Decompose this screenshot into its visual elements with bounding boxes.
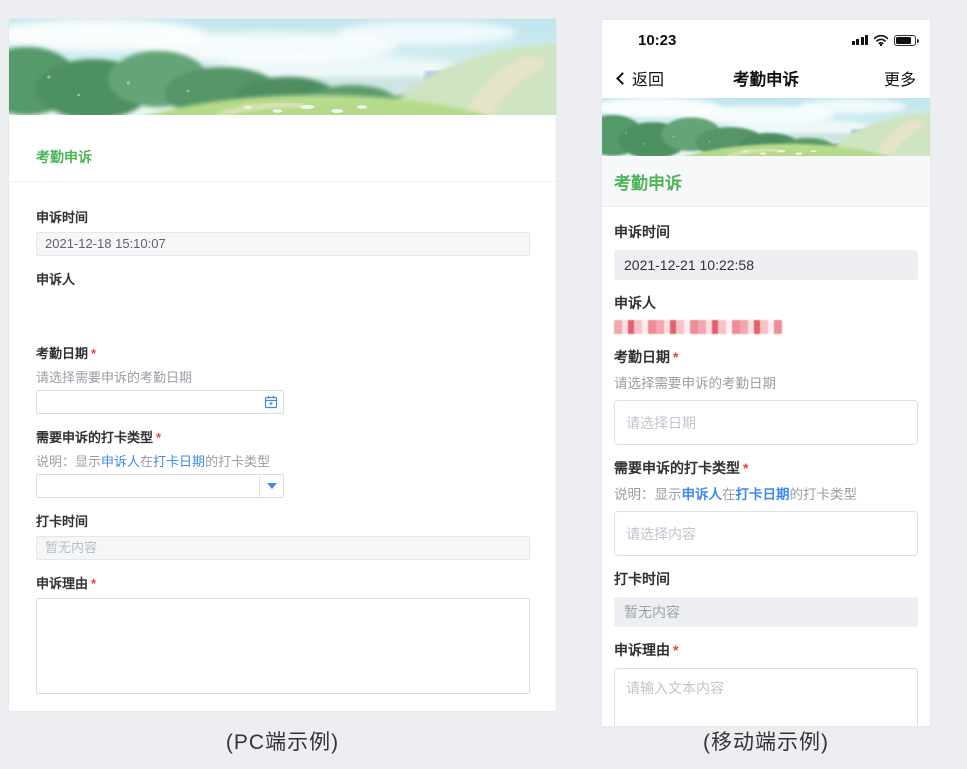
m-appeal-time-label: 申诉时间	[614, 222, 918, 242]
m-reason-textarea[interactable]	[614, 668, 918, 726]
m-punch-type-field[interactable]	[615, 512, 917, 555]
mobile-page-title: 考勤申诉	[602, 156, 930, 207]
mobile-caption: (移动端示例)	[602, 726, 930, 756]
m-punch-time-label: 打卡时间	[614, 569, 918, 589]
m-attendance-date-input[interactable]	[614, 400, 918, 445]
m-attendance-date-helper: 请选择需要申诉的考勤日期	[614, 372, 918, 392]
m-punch-type-label: 需要申诉的打卡类型*	[614, 458, 918, 478]
m-appellant-label: 申诉人	[614, 293, 918, 313]
m-punch-date-link[interactable]: 打卡日期	[736, 487, 790, 502]
page-title: 考勤申诉	[9, 147, 556, 182]
nav-title: 考勤申诉	[694, 66, 838, 90]
status-time: 10:23	[638, 32, 676, 49]
redacted-appellant-value	[614, 320, 782, 334]
pc-caption: (PC端示例)	[8, 726, 557, 756]
m-punch-time-value: 暂无内容	[614, 597, 918, 627]
chevron-down-icon[interactable]	[259, 475, 283, 497]
m-punch-type-select[interactable]	[614, 511, 918, 556]
attendance-date-label: 考勤日期*	[36, 343, 529, 362]
punch-date-link[interactable]: 打卡日期	[153, 454, 205, 469]
m-appellant-link[interactable]: 申诉人	[682, 487, 723, 502]
punch-type-select[interactable]	[36, 474, 284, 498]
battery-icon	[894, 35, 916, 46]
status-bar: 10:23	[602, 20, 930, 60]
m-appeal-time-value: 2021-12-21 10:22:58	[614, 250, 918, 280]
reason-textarea[interactable]	[36, 598, 530, 694]
attendance-date-input[interactable]	[36, 390, 284, 414]
punch-type-label: 需要申诉的打卡类型*	[36, 427, 529, 446]
punch-type-helper: 说明：显示申诉人在打卡日期的打卡类型	[36, 451, 529, 470]
appellant-link[interactable]: 申诉人	[101, 454, 140, 469]
calendar-icon[interactable]	[259, 391, 283, 413]
status-icons	[852, 34, 917, 46]
appellant-value-blank	[36, 288, 529, 330]
wifi-icon	[873, 34, 889, 46]
header-illustration	[9, 19, 556, 115]
pc-example-panel: 考勤申诉 申诉时间 2021-12-18 15:10:07 申诉人 考勤日期* …	[8, 18, 557, 712]
m-punch-type-helper: 说明：显示申诉人在打卡日期的打卡类型	[614, 483, 918, 503]
attendance-date-field[interactable]	[37, 391, 257, 413]
mobile-form: 申诉时间 2021-12-21 10:22:58 申诉人 考勤日期* 请选择需要…	[602, 207, 930, 726]
back-chevron-icon	[616, 72, 629, 85]
punch-time-value: 暂无内容	[36, 536, 530, 560]
punch-type-field[interactable]	[37, 475, 257, 497]
m-reason-label: 申诉理由*	[614, 640, 918, 660]
appeal-time-label: 申诉时间	[36, 207, 529, 226]
more-button[interactable]: 更多	[838, 66, 916, 90]
mobile-example-panel: 10:23 返回 考勤申诉 更多 考勤申诉 申诉时间	[602, 20, 930, 726]
appeal-time-value: 2021-12-18 15:10:07	[36, 232, 530, 256]
header-illustration-mobile	[602, 98, 930, 156]
punch-time-label: 打卡时间	[36, 511, 529, 530]
reason-label: 申诉理由*	[36, 573, 529, 592]
signal-icon	[852, 35, 869, 45]
back-button[interactable]: 返回	[616, 66, 694, 90]
pc-form: 申诉时间 2021-12-18 15:10:07 申诉人 考勤日期* 请选择需要…	[9, 182, 556, 712]
m-attendance-date-label: 考勤日期*	[614, 347, 918, 367]
appellant-label: 申诉人	[36, 269, 529, 288]
attendance-date-helper: 请选择需要申诉的考勤日期	[36, 367, 529, 386]
nav-bar: 返回 考勤申诉 更多	[602, 60, 930, 96]
m-attendance-date-field[interactable]	[615, 401, 917, 444]
